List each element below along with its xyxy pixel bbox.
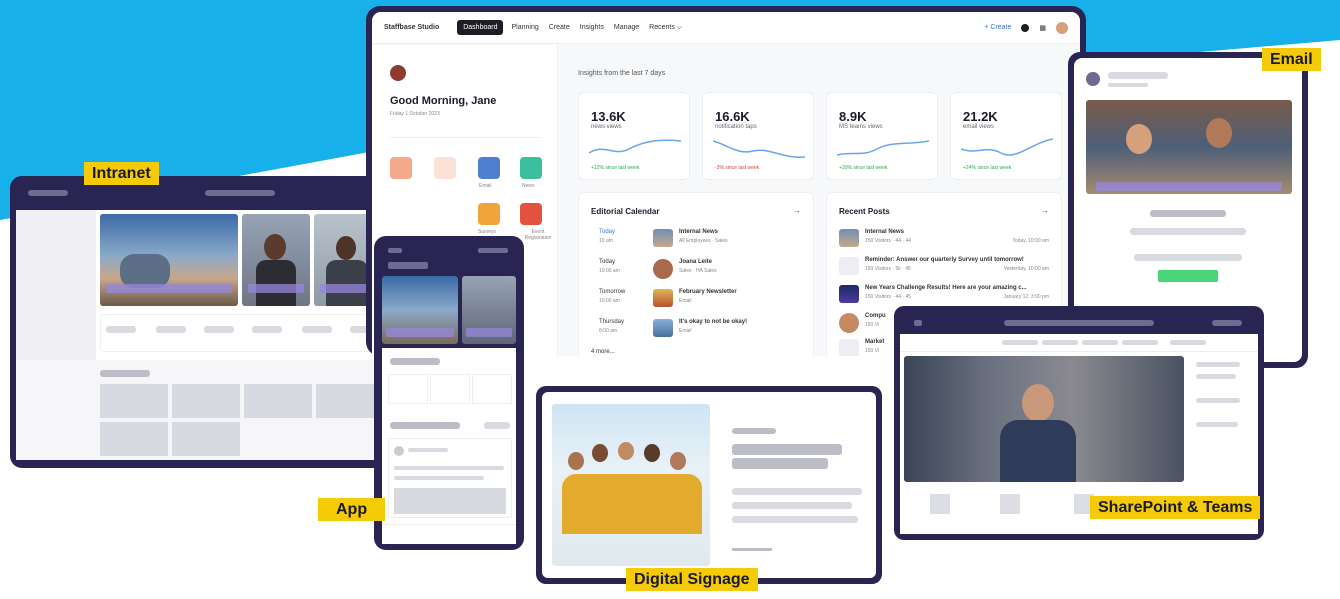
email-hero-photo	[1086, 100, 1292, 194]
post-item[interactable]: Internal News 150 Visitors · 44 · 44 Tod…	[839, 229, 1049, 253]
app-photo-2	[462, 276, 516, 344]
email-label: Email	[1262, 48, 1321, 71]
greeting: Good Morning, Jane	[390, 95, 497, 107]
recent-posts-title: Recent Posts	[839, 207, 890, 216]
quick-action-email[interactable]: Email	[479, 183, 492, 189]
nav-recents[interactable]: Recents ⌵	[649, 24, 682, 32]
calendar-item[interactable]: Thursday 8:00 am It's okay to not be oka…	[591, 319, 796, 345]
news-icon[interactable]	[520, 157, 542, 179]
top-nav: Staffbase Studio Dashboard Planning Crea…	[372, 12, 1080, 44]
insights-title: Insights from the last 7 days	[578, 70, 666, 77]
nav-planning[interactable]: Planning	[511, 24, 538, 31]
quick-action-surveys[interactable]: Surveys	[478, 229, 496, 235]
calendar-item[interactable]: Tomorrow 10:00 am February Newsletter Em…	[591, 289, 796, 315]
quick-action-news[interactable]: News	[522, 183, 535, 189]
arrow-right-icon[interactable]: →	[793, 206, 801, 215]
email-cta-button[interactable]	[1158, 270, 1218, 282]
brand-logo[interactable]: Staffbase Studio	[384, 24, 439, 31]
editorial-title: Editorial Calendar	[591, 207, 660, 216]
apps-grid-icon[interactable]: ▦	[1039, 24, 1046, 32]
nav-create[interactable]: Create	[549, 24, 570, 31]
signage-label: Digital Signage	[626, 568, 758, 591]
nav-dashboard[interactable]: Dashboard	[457, 20, 504, 35]
app-screen	[382, 348, 516, 544]
intranet-photo-2	[242, 214, 310, 306]
signage-device	[536, 386, 882, 584]
avatar[interactable]	[1056, 21, 1068, 34]
editorial-calendar: Editorial Calendar → Today 10 am Interna…	[578, 192, 814, 356]
user-avatar	[390, 65, 406, 81]
nav-manage[interactable]: Manage	[614, 24, 639, 31]
stat-card-notifications[interactable]: 16.6K notification taps -3% since last w…	[702, 92, 814, 180]
app-photo-1	[382, 276, 458, 344]
post-item[interactable]: Reminder: Answer our quarterly Survey un…	[839, 257, 1049, 281]
event-icon[interactable]	[520, 203, 542, 225]
more-link[interactable]: 4 more...	[591, 349, 615, 355]
app-device	[374, 236, 524, 550]
calendar-item[interactable]: Today 10:00 am Joana Leite Sales · HA Sa…	[591, 259, 796, 285]
nav-insights[interactable]: Insights	[580, 24, 604, 31]
stat-card-teams[interactable]: 8.9K MS teams views +30% since last week	[826, 92, 938, 180]
sharepoint-label: SharePoint & Teams	[1090, 496, 1261, 519]
help-icon[interactable]	[1021, 23, 1030, 32]
calendar-item[interactable]: Today 10 am Internal News All Employees …	[591, 229, 796, 255]
quick-action-event[interactable]: Event Registration	[518, 229, 558, 241]
intranet-hero-photo	[100, 214, 238, 306]
survey-icon[interactable]	[478, 203, 500, 225]
signage-team-photo	[552, 404, 710, 566]
signage-screen	[542, 392, 876, 578]
stat-card-email[interactable]: 21.2K email views +24% since last week	[950, 92, 1062, 180]
megaphone-icon[interactable]	[434, 157, 456, 179]
create-button[interactable]: + Create	[984, 24, 1011, 31]
calendar-icon[interactable]	[390, 157, 412, 179]
stat-card-news[interactable]: 13.6K news views +12% since last week	[578, 92, 690, 180]
email-icon[interactable]	[478, 157, 500, 179]
arrow-right-icon[interactable]: →	[1041, 206, 1049, 215]
sharepoint-hero-photo	[904, 356, 1184, 482]
date-label: Friday 1 October 2023	[390, 111, 440, 117]
app-label: App	[318, 498, 386, 521]
intranet-label: Intranet	[84, 162, 159, 185]
